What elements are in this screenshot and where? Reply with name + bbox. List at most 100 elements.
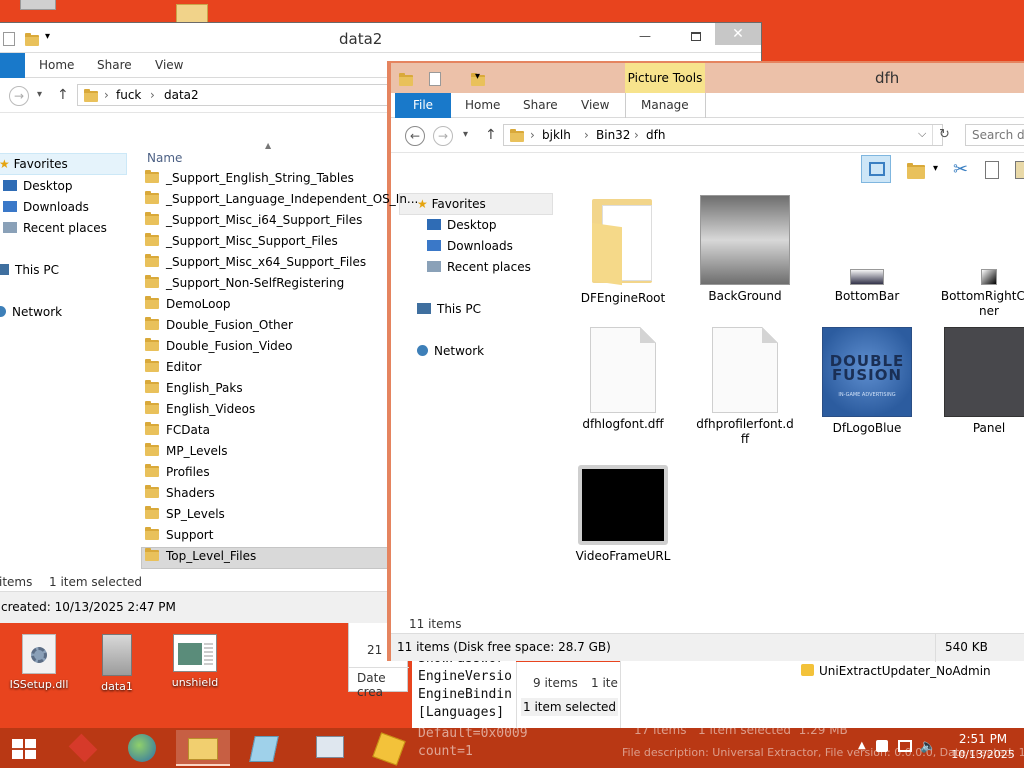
tab-share[interactable]: Share xyxy=(523,98,558,112)
recent-locations-dropdown[interactable]: ▾ xyxy=(37,89,42,100)
file-tile[interactable]: BottomRightCorner xyxy=(939,195,1024,319)
desktop-icon-issetup[interactable]: ISSetup.dll xyxy=(2,634,76,691)
nav-downloads[interactable]: Downloads xyxy=(3,200,89,214)
address-dropdown-icon[interactable]: ⌵ xyxy=(918,127,926,141)
desktop-icon-data1[interactable]: data1 xyxy=(80,634,154,693)
file-row[interactable]: SP_Levels xyxy=(145,506,225,528)
file-row[interactable]: _Support_English_String_Tables xyxy=(145,170,354,192)
taskbar-app-extractor[interactable] xyxy=(364,730,418,766)
tab-view[interactable]: View xyxy=(155,58,183,72)
file-tile[interactable]: BottomBar xyxy=(817,195,917,304)
file-row[interactable]: DemoLoop xyxy=(145,296,230,318)
address-box[interactable]: › fuck › data2 xyxy=(77,84,397,106)
nav-favorites[interactable]: ★ Favorites xyxy=(0,157,68,171)
file-tile[interactable]: dfhprofilerfont.dff xyxy=(695,327,795,447)
explorer-window-dfh[interactable]: ▾ Picture Tools dfh File Home Share View… xyxy=(387,61,1024,662)
search-box[interactable]: Search df xyxy=(965,124,1024,146)
tab-share[interactable]: Share xyxy=(97,58,132,72)
desktop-folder-icon[interactable] xyxy=(176,4,208,24)
file-row[interactable]: Shaders xyxy=(145,485,215,507)
file-row[interactable]: Support xyxy=(145,527,213,549)
file-tile[interactable]: DOUBLE FUSION IN-GAME ADVERTISING DfLogo… xyxy=(817,327,917,436)
network-status-icon[interactable] xyxy=(898,740,912,752)
file-tile[interactable]: BackGround xyxy=(695,195,795,304)
nav-network[interactable]: Network xyxy=(0,305,62,319)
nav-this-pc[interactable]: This PC xyxy=(0,263,59,277)
move-to-folder-icon[interactable] xyxy=(907,163,925,179)
file-row[interactable]: Double_Fusion_Video xyxy=(145,338,293,360)
file-row[interactable]: Top_Level_Files xyxy=(145,548,256,570)
title-bar[interactable]: ▾ data2 — ✕ xyxy=(0,23,761,53)
taskbar-app-browser[interactable] xyxy=(116,730,170,766)
file-tile[interactable]: dfhlogfont.dff xyxy=(573,327,673,432)
file-row[interactable]: FCData xyxy=(145,422,210,444)
tab-home[interactable]: Home xyxy=(39,58,74,72)
tab-home[interactable]: Home xyxy=(465,98,500,112)
properties-icon[interactable] xyxy=(429,72,441,86)
paste-icon[interactable] xyxy=(1015,161,1024,179)
nav-downloads[interactable]: Downloads xyxy=(427,239,513,253)
file-row[interactable]: _Support_Misc_Support_Files xyxy=(145,233,338,255)
quick-access-dropdown-icon[interactable]: ▾ xyxy=(475,71,480,82)
nav-this-pc[interactable]: This PC xyxy=(417,302,481,316)
desktop-icon-unshield[interactable]: unshield xyxy=(158,634,232,689)
file-row[interactable]: _Support_Non-SelfRegistering xyxy=(145,275,344,297)
file-row[interactable]: _Support_Misc_x64_Support_Files xyxy=(145,254,366,276)
nav-recent-places[interactable]: Recent places xyxy=(427,260,531,274)
file-row[interactable]: Double_Fusion_Other xyxy=(145,317,293,339)
refresh-icon[interactable]: ↻ xyxy=(932,125,950,145)
taskbar-app-notepad[interactable] xyxy=(240,730,294,766)
copy-icon[interactable] xyxy=(985,161,999,179)
address-box[interactable]: › bjklh › Bin32 › dfh ⌵ ↻ xyxy=(503,124,950,146)
tab-view[interactable]: View xyxy=(581,98,609,112)
close-button[interactable]: ✕ xyxy=(715,23,761,45)
file-row[interactable]: MP_Levels xyxy=(145,443,228,465)
breadcrumb-item[interactable]: Bin32 xyxy=(596,128,630,142)
file-row[interactable]: Profiles xyxy=(145,464,210,486)
dropdown-arrow-icon[interactable]: ▾ xyxy=(933,163,938,174)
start-button[interactable] xyxy=(0,730,48,766)
breadcrumb-item[interactable]: dfh xyxy=(646,128,665,142)
nav-desktop[interactable]: Desktop xyxy=(427,218,497,232)
column-header-name[interactable]: Name xyxy=(147,151,182,165)
clock[interactable]: 2:51 PM 10/13/2025 xyxy=(950,732,1016,762)
new-folder-icon[interactable] xyxy=(25,33,39,46)
taskbar-app-explorer[interactable] xyxy=(176,730,230,766)
file-row[interactable]: Editor xyxy=(145,359,202,381)
taskbar-app-monitor[interactable] xyxy=(304,730,358,766)
tab-manage[interactable]: Manage xyxy=(641,98,689,112)
tab-file[interactable] xyxy=(0,53,25,78)
file-row[interactable]: _Support_Language_Independent_OS_In... xyxy=(145,191,418,213)
forward-button[interactable]: → xyxy=(433,126,453,146)
properties-icon[interactable] xyxy=(3,32,15,46)
title-bar[interactable]: ▾ Picture Tools dfh xyxy=(391,63,1024,93)
action-center-icon[interactable] xyxy=(876,740,888,752)
nav-recent-places[interactable]: Recent places xyxy=(3,221,107,235)
volume-icon[interactable]: 🔈 xyxy=(920,739,936,754)
back-button[interactable]: ← xyxy=(405,126,425,146)
file-row[interactable]: English_Paks xyxy=(145,380,243,402)
up-button[interactable]: ↑ xyxy=(485,127,497,143)
file-tile[interactable]: Panel xyxy=(939,327,1024,436)
cut-icon[interactable]: ✂ xyxy=(953,159,968,180)
nav-desktop[interactable]: Desktop xyxy=(3,179,73,193)
file-tile[interactable]: DFEngineRoot xyxy=(573,195,673,306)
preview-pane-button[interactable] xyxy=(861,155,891,183)
nav-network[interactable]: Network xyxy=(417,344,484,358)
maximize-button[interactable] xyxy=(691,32,701,41)
minimize-button[interactable]: — xyxy=(639,29,651,43)
forward-button[interactable]: → xyxy=(9,86,29,106)
breadcrumb-item[interactable]: bjklh xyxy=(542,128,571,142)
uniextract-item[interactable]: UniExtractUpdater_NoAdmin xyxy=(801,664,991,678)
taskbar-app-archive[interactable] xyxy=(56,730,110,766)
breadcrumb-item[interactable]: data2 xyxy=(164,88,199,102)
search-input[interactable]: Search df xyxy=(972,128,1024,142)
file-tile[interactable]: VideoFrameURL xyxy=(573,465,673,564)
nav-favorites[interactable]: ★ Favorites xyxy=(417,197,486,211)
recycle-bin-icon[interactable] xyxy=(20,0,56,10)
file-row[interactable]: _Support_Misc_i64_Support_Files xyxy=(145,212,362,234)
quick-access-dropdown-icon[interactable]: ▾ xyxy=(45,31,50,42)
recent-locations-dropdown[interactable]: ▾ xyxy=(463,129,468,140)
file-row[interactable]: English_Videos xyxy=(145,401,255,423)
show-hidden-icons-icon[interactable]: ▲ xyxy=(858,740,866,751)
